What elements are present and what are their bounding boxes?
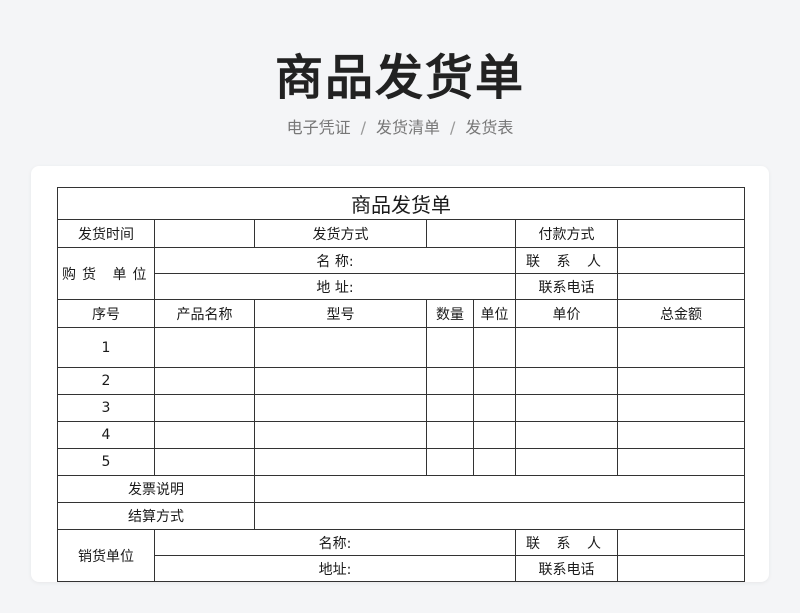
invoice-field[interactable] xyxy=(253,475,746,503)
column-header-index: 序号 xyxy=(57,299,155,328)
column-header-quantity: 数量 xyxy=(426,299,474,328)
ship-time-label: 发货时间 xyxy=(57,219,155,248)
breadcrumb-separator: / xyxy=(360,118,366,137)
invoice-row: 发票说明 xyxy=(57,475,746,503)
shipping-form-table: 商品发货单 发货时间 发货方式 付款方式 购货 单位 名 称: 联 系 人 地 … xyxy=(56,187,746,582)
model-cell[interactable] xyxy=(254,394,427,422)
unit-cell[interactable] xyxy=(473,367,516,395)
product-name-cell[interactable] xyxy=(154,367,255,395)
row-index: 1 xyxy=(57,327,155,368)
unit-price-cell[interactable] xyxy=(515,327,618,368)
breadcrumb: 电子凭证 / 发货清单 / 发货表 xyxy=(0,114,800,138)
settlement-label: 结算方式 xyxy=(57,502,255,530)
payment-method-label: 付款方式 xyxy=(515,219,618,248)
buyer-phone-field[interactable] xyxy=(616,273,746,300)
row-index: 5 xyxy=(57,448,155,476)
total-amount-cell[interactable] xyxy=(616,448,746,476)
buyer-contact-label: 联 系 人 xyxy=(515,247,618,274)
unit-cell[interactable] xyxy=(473,421,516,449)
ship-method-label: 发货方式 xyxy=(254,219,427,248)
document-card: 商品发货单 发货时间 发货方式 付款方式 购货 单位 名 称: 联 系 人 地 … xyxy=(31,166,769,582)
unit-cell[interactable] xyxy=(473,327,516,368)
seller-name-row: 销货单位 名称: 联 系 人 xyxy=(57,529,746,582)
ship-info-row: 发货时间 发货方式 付款方式 xyxy=(57,219,746,248)
form-title: 商品发货单 xyxy=(56,187,746,220)
buyer-name-field[interactable]: 名 称: xyxy=(154,247,516,274)
column-header-total-amount: 总金额 xyxy=(616,299,746,328)
seller-name-field[interactable]: 名称: xyxy=(154,529,516,556)
table-row: 4 xyxy=(57,421,746,449)
model-cell[interactable] xyxy=(254,327,427,368)
buyer-name-row: 购货 单位 名 称: 联 系 人 xyxy=(57,247,746,300)
quantity-cell[interactable] xyxy=(426,367,474,395)
product-name-cell[interactable] xyxy=(154,448,255,476)
settlement-row: 结算方式 xyxy=(57,502,746,530)
breadcrumb-item-shipping-table[interactable]: 发货表 xyxy=(465,118,513,137)
seller-label: 销货单位 xyxy=(57,529,155,582)
product-name-cell[interactable] xyxy=(154,421,255,449)
table-row: 3 xyxy=(57,394,746,422)
quantity-cell[interactable] xyxy=(426,394,474,422)
table-row: 5 xyxy=(57,448,746,476)
total-amount-cell[interactable] xyxy=(616,327,746,368)
quantity-cell[interactable] xyxy=(426,421,474,449)
model-cell[interactable] xyxy=(254,367,427,395)
buyer-label: 购货 单位 xyxy=(57,247,155,300)
breadcrumb-separator: / xyxy=(450,118,456,137)
buyer-phone-label: 联系电话 xyxy=(515,273,618,300)
seller-phone-label: 联系电话 xyxy=(515,555,618,582)
seller-address-row: 地址: 联系电话 xyxy=(58,555,746,582)
total-amount-cell[interactable] xyxy=(616,367,746,395)
quantity-cell[interactable] xyxy=(426,327,474,368)
total-amount-cell[interactable] xyxy=(616,394,746,422)
unit-cell[interactable] xyxy=(473,448,516,476)
product-name-cell[interactable] xyxy=(154,394,255,422)
column-header-unit: 单位 xyxy=(473,299,516,328)
seller-phone-field[interactable] xyxy=(616,555,746,582)
ship-method-field[interactable] xyxy=(426,219,516,248)
payment-method-field[interactable] xyxy=(616,219,746,248)
unit-price-cell[interactable] xyxy=(515,394,618,422)
breadcrumb-item-shipping-list[interactable]: 发货清单 xyxy=(376,118,440,137)
quantity-cell[interactable] xyxy=(426,448,474,476)
column-header-unit-price: 单价 xyxy=(515,299,618,328)
model-cell[interactable] xyxy=(254,448,427,476)
breadcrumb-item-voucher[interactable]: 电子凭证 xyxy=(287,118,351,137)
column-header-model: 型号 xyxy=(254,299,427,328)
unit-price-cell[interactable] xyxy=(515,448,618,476)
unit-cell[interactable] xyxy=(473,394,516,422)
form-title-row: 商品发货单 xyxy=(56,187,746,220)
unit-price-cell[interactable] xyxy=(515,367,618,395)
buyer-address-field[interactable]: 地 址: xyxy=(154,273,516,300)
row-index: 2 xyxy=(57,367,155,395)
unit-price-cell[interactable] xyxy=(515,421,618,449)
table-row: 1 xyxy=(57,327,746,368)
page-title: 商品发货单 xyxy=(274,50,525,106)
buyer-address-row: 地 址: 联系电话 xyxy=(58,273,746,300)
column-header-product-name: 产品名称 xyxy=(154,299,255,328)
seller-contact-label: 联 系 人 xyxy=(515,529,618,556)
product-name-cell[interactable] xyxy=(154,327,255,368)
seller-contact-field[interactable] xyxy=(616,529,746,556)
seller-address-field[interactable]: 地址: xyxy=(154,555,516,582)
ship-time-field[interactable] xyxy=(154,219,255,248)
row-index: 3 xyxy=(57,394,155,422)
model-cell[interactable] xyxy=(254,421,427,449)
invoice-label: 发票说明 xyxy=(57,475,255,503)
settlement-field[interactable] xyxy=(253,502,746,530)
buyer-contact-field[interactable] xyxy=(616,247,746,274)
table-row: 2 xyxy=(57,367,746,395)
column-header-row: 序号 产品名称 型号 数量 单位 单价 总金额 xyxy=(57,299,746,328)
row-index: 4 xyxy=(57,421,155,449)
total-amount-cell[interactable] xyxy=(616,421,746,449)
